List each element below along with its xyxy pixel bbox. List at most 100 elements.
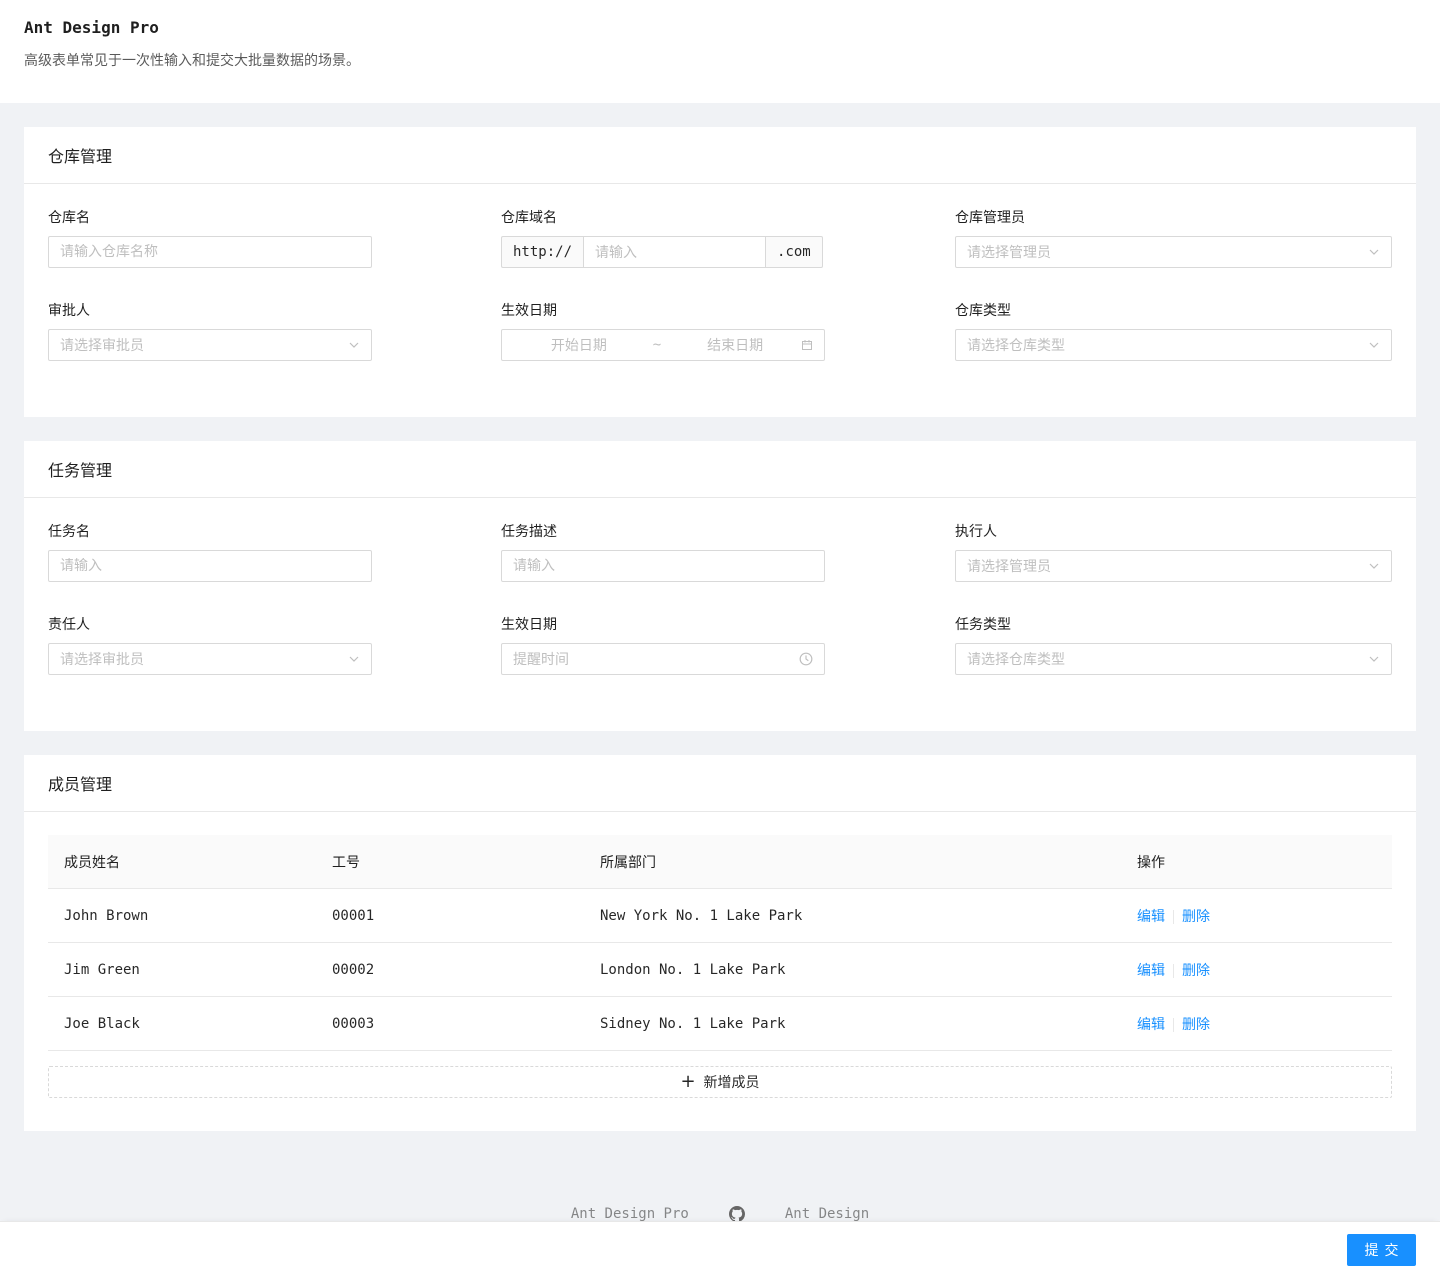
approver-label: 审批人 (48, 303, 90, 319)
task-date-label: 生效日期 (501, 617, 557, 633)
warehouse-domain-input[interactable]: 请输入 (583, 236, 767, 268)
warehouse-domain-placeholder: 请输入 (595, 245, 638, 261)
table-header-row: 成员姓名 工号 所属部门 操作 (48, 835, 1392, 889)
warehouse-admin-item: 仓库管理员 请选择管理员 (955, 209, 1392, 268)
task-name-label: 任务名 (48, 524, 90, 540)
member-id: 00003 (332, 1015, 375, 1032)
task-card-title: 任务管理 (48, 461, 113, 480)
delete-link[interactable]: 删除 (1182, 909, 1210, 925)
warehouse-date-label: 生效日期 (501, 303, 557, 319)
executor-placeholder: 请选择管理员 (967, 559, 1051, 575)
executor-label: 执行人 (955, 524, 997, 540)
task-desc-label: 任务描述 (501, 524, 557, 540)
task-card: 任务管理 任务名 任务描述 执行人 请选择管理员 责任人 请选择审批员 生效日期… (24, 441, 1416, 731)
warehouse-name-item: 仓库名 (48, 209, 372, 268)
owner-select[interactable]: 请选择审批员 (48, 643, 372, 675)
warehouse-name-text[interactable] (60, 244, 360, 260)
task-type-label: 任务类型 (955, 617, 1011, 633)
task-time-placeholder: 提醒时间 (513, 652, 569, 668)
page-description: 高级表单常见于一次性输入和提交大批量数据的场景。 (24, 53, 360, 69)
warehouse-admin-label: 仓库管理员 (955, 210, 1025, 226)
table-row: Jim Green 00002 London No. 1 Lake Park 编… (48, 943, 1392, 997)
warehouse-date-range-picker[interactable]: 开始日期 ~ 结束日期 (501, 329, 825, 361)
page-header: Ant Design Pro 高级表单常见于一次性输入和提交大批量数据的场景。 (0, 0, 1440, 103)
submit-button[interactable]: 提交 (1347, 1234, 1416, 1266)
action-divider (1173, 1017, 1174, 1032)
owner-placeholder: 请选择审批员 (60, 652, 144, 668)
task-name-input[interactable] (48, 550, 372, 582)
github-icon[interactable] (728, 1206, 745, 1222)
warehouse-domain-group: http:// 请输入 .com (501, 236, 823, 268)
chevron-down-icon (1369, 342, 1379, 348)
add-member-button[interactable]: + 新增成员 (48, 1066, 1392, 1098)
approver-select[interactable]: 请选择审批员 (48, 329, 372, 361)
task-name-item: 任务名 (48, 523, 372, 582)
column-header-actions: 操作 (1137, 854, 1165, 871)
member-dept: London No. 1 Lake Park (600, 961, 786, 978)
task-date-item: 生效日期 提醒时间 (501, 616, 825, 675)
chevron-down-icon (1369, 656, 1379, 662)
edit-link[interactable]: 编辑 (1137, 963, 1165, 979)
warehouse-date-item: 生效日期 开始日期 ~ 结束日期 (501, 302, 825, 361)
edit-link[interactable]: 编辑 (1137, 1017, 1165, 1033)
member-name: John Brown (64, 907, 149, 924)
owner-label: 责任人 (48, 617, 90, 633)
task-time-picker[interactable]: 提醒时间 (501, 643, 825, 675)
task-desc-item: 任务描述 (501, 523, 825, 582)
delete-link[interactable]: 删除 (1182, 1017, 1210, 1033)
chevron-down-icon (349, 656, 359, 662)
domain-prefix-addon: http:// (501, 236, 584, 268)
date-start-placeholder[interactable]: 开始日期 (513, 335, 645, 355)
warehouse-admin-select[interactable]: 请选择管理员 (955, 236, 1392, 268)
member-actions: 编辑 删除 (1121, 960, 1392, 980)
member-id: 00002 (332, 961, 375, 978)
action-divider (1173, 963, 1174, 978)
approver-placeholder: 请选择审批员 (60, 338, 144, 354)
warehouse-type-placeholder: 请选择仓库类型 (967, 338, 1065, 354)
chevron-down-icon (1369, 249, 1379, 255)
page-title: Ant Design Pro (24, 18, 159, 37)
footer-link-ant-design-pro[interactable]: Ant Design Pro (571, 1206, 689, 1222)
column-header-name: 成员姓名 (64, 854, 120, 871)
domain-suffix-addon: .com (766, 236, 823, 268)
edit-link[interactable]: 编辑 (1137, 909, 1165, 925)
executor-select[interactable]: 请选择管理员 (955, 550, 1392, 582)
action-divider (1173, 909, 1174, 924)
warehouse-admin-placeholder: 请选择管理员 (967, 245, 1051, 261)
warehouse-card: 仓库管理 仓库名 仓库域名 http:// 请输入 .com 仓库管理员 请选择… (24, 127, 1416, 417)
warehouse-domain-label: 仓库域名 (501, 210, 557, 226)
task-desc-input[interactable] (501, 550, 825, 582)
warehouse-type-select[interactable]: 请选择仓库类型 (955, 329, 1392, 361)
warehouse-card-title: 仓库管理 (48, 147, 113, 166)
task-name-text[interactable] (60, 558, 360, 574)
member-id: 00001 (332, 907, 375, 924)
table-row: Joe Black 00003 Sidney No. 1 Lake Park 编… (48, 997, 1392, 1051)
executor-item: 执行人 请选择管理员 (955, 523, 1392, 582)
approver-item: 审批人 请选择审批员 (48, 302, 372, 361)
column-header-id: 工号 (332, 854, 360, 871)
task-type-select[interactable]: 请选择仓库类型 (955, 643, 1392, 675)
delete-link[interactable]: 删除 (1182, 963, 1210, 979)
footer-link-ant-design[interactable]: Ant Design (785, 1206, 869, 1222)
member-name: Joe Black (64, 1015, 140, 1032)
warehouse-domain-item: 仓库域名 http:// 请输入 .com (501, 209, 825, 268)
plus-icon: + (680, 1071, 696, 1092)
column-header-dept: 所属部门 (600, 854, 656, 871)
members-table: 成员姓名 工号 所属部门 操作 John Brown 00001 New Yor… (48, 835, 1392, 1051)
chevron-down-icon (349, 342, 359, 348)
task-type-placeholder: 请选择仓库类型 (967, 652, 1065, 668)
clock-icon (799, 652, 813, 666)
member-dept: Sidney No. 1 Lake Park (600, 1015, 786, 1032)
task-desc-text[interactable] (513, 558, 813, 574)
calendar-icon (802, 340, 812, 350)
members-card: 成员管理 成员姓名 工号 所属部门 操作 John Brown 00001 Ne… (24, 755, 1416, 1131)
member-actions: 编辑 删除 (1121, 906, 1392, 926)
table-row: John Brown 00001 New York No. 1 Lake Par… (48, 889, 1392, 943)
members-card-title: 成员管理 (48, 775, 113, 794)
date-end-placeholder[interactable]: 结束日期 (669, 335, 801, 355)
warehouse-name-label: 仓库名 (48, 210, 90, 226)
date-range-separator: ~ (652, 337, 662, 353)
warehouse-type-label: 仓库类型 (955, 303, 1011, 319)
member-actions: 编辑 删除 (1121, 1014, 1392, 1034)
warehouse-name-input[interactable] (48, 236, 372, 268)
